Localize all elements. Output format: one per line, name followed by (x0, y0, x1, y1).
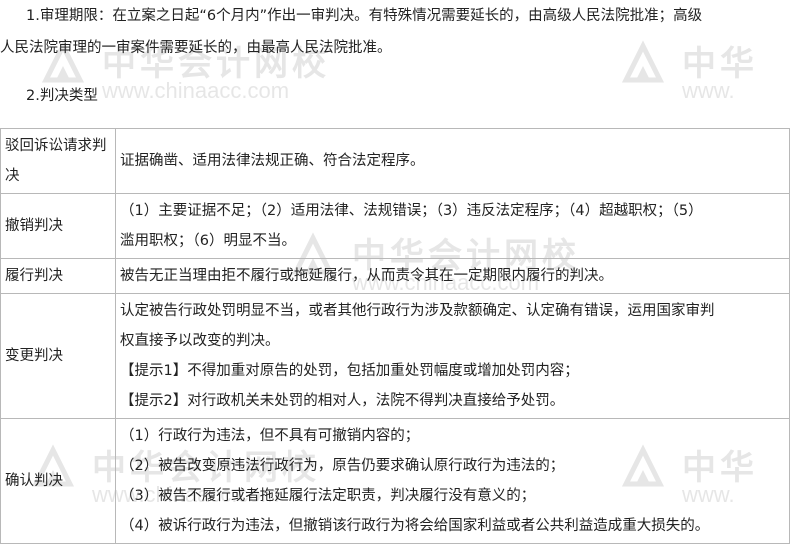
table-row: 驳回诉讼请求判决证据确凿、适用法律法规正确、符合法定程序。 (0, 128, 790, 194)
judgment-content-line: 被告无正当理由拒不履行或拖延履行，从而责令其在一定期限内履行的判决。 (120, 268, 613, 284)
judgment-content-cell: （1）行政行为违法，但不具有可撤销内容的； （2）被告改变原违法行政行为，原告仍要… (115, 418, 790, 544)
judgment-type-cell: 驳回诉讼请求判决 (0, 128, 116, 194)
trial-period-paragraph-line2: 人民法院审理的一审案件需要延长的，由最高人民法院批准。 (0, 40, 392, 56)
judgment-content-line: （2）被告改变原违法行政行为，原告仍要求确认原行政行为违法的； (120, 458, 565, 474)
judgment-content-line: （1）主要证据不足；（2）适用法律、法规错误；（3）违反法定程序；（4）超越职权… (120, 203, 703, 219)
table-row: 履行判决 被告无正当理由拒不履行或拖延履行，从而责令其在一定期限内履行的判决。 (0, 258, 790, 294)
judgment-type-label: 变更判决 (5, 348, 63, 364)
judgment-type-label: 履行判决 (5, 268, 63, 284)
judgment-content-cell: （1）主要证据不足；（2）适用法律、法规错误；（3）违反法定程序；（4）超越职权… (115, 193, 790, 259)
judgment-content-line: 【提示2】对行政机关未处罚的相对人，法院不得判决直接给予处罚。 (120, 393, 565, 409)
judgment-content-line: 权直接予以改变的判决。 (120, 333, 280, 349)
judgment-content-line: 滥用职权；（6）明显不当。 (120, 233, 296, 249)
judgment-content-line: （4）被诉行政行为违法，但撤销该行政行为将会给国家利益或者公共利益造成重大损失的… (120, 518, 710, 534)
judgment-type-cell: 履行判决 (0, 258, 116, 294)
table-row: 撤销判决 （1）主要证据不足；（2）适用法律、法规错误；（3）违反法定程序；（4）… (0, 193, 790, 259)
judgment-type-label: 决 (5, 168, 20, 184)
judgment-content-line: 认定被告行政处罚明显不当，或者其他行政行为涉及款额确定、认定确有错误，运用国家审… (120, 303, 715, 319)
judgment-types-heading: 2.判决类型 (26, 88, 98, 104)
judgment-type-cell: 撤销判决 (0, 193, 116, 259)
table-row: 变更判决 认定被告行政处罚明显不当，或者其他行政行为涉及款额确定、认定确有错误，运… (0, 293, 790, 419)
judgment-type-label: 确认判决 (5, 473, 63, 489)
judgment-content-cell: 认定被告行政处罚明显不当，或者其他行政行为涉及款额确定、认定确有错误，运用国家审… (115, 293, 790, 419)
judgment-type-label: 撤销判决 (5, 218, 63, 234)
judgment-content-line: （1）行政行为违法，但不具有可撤销内容的； (120, 428, 420, 444)
judgment-content-line: 证据确凿、适用法律法规正确、符合法定程序。 (120, 153, 425, 169)
judgment-type-label: 驳回诉讼请求判 (5, 138, 107, 154)
table-body: 驳回诉讼请求判决证据确凿、适用法律法规正确、符合法定程序。 撤销判决 （1）主要证据… (0, 128, 790, 544)
judgment-content-cell: 证据确凿、适用法律法规正确、符合法定程序。 (115, 128, 790, 194)
judgment-type-cell: 确认判决 (0, 418, 116, 544)
trial-period-paragraph-line1: 1.审理期限：在立案之日起“6个月内”作出一审判决。有特殊情况需要延长的，由高级… (26, 8, 703, 24)
table-row: 确认判决 （1）行政行为违法，但不具有可撤销内容的； （2）被告改变原违法行政行为，… (0, 418, 790, 544)
judgment-content-cell: 被告无正当理由拒不履行或拖延履行，从而责令其在一定期限内履行的判决。 (115, 258, 790, 294)
judgment-content-line: （3）被告不履行或者拖延履行法定职责，判决履行没有意义的； (120, 488, 536, 504)
judgment-types-table: 驳回诉讼请求判决证据确凿、适用法律法规正确、符合法定程序。 撤销判决 （1）主要证据… (0, 128, 790, 544)
judgment-type-cell: 变更判决 (0, 293, 116, 419)
judgment-content-line: 【提示1】不得加重对原告的处罚，包括加重处罚幅度或增加处罚内容； (120, 363, 579, 379)
